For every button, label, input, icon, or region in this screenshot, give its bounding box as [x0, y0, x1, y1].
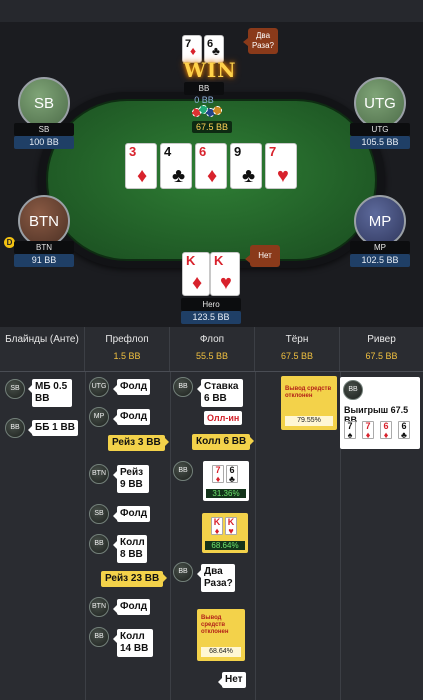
pos-chip-sb-preflop: SB [89, 504, 109, 524]
action-btn-raise: Рейз 9 BB [113, 465, 149, 493]
win-card-3: 6 ♦ [380, 421, 392, 440]
bb-speech-bubble: Два Раза? [243, 28, 278, 54]
hero-card-2: K ♥ [210, 252, 240, 296]
pos-chip-mp: MP [89, 407, 109, 427]
action-allin: Олл-ин [204, 411, 243, 425]
seat-sb-name: SB [14, 123, 74, 136]
winner-box: BB Выигрыш 67.5 BB 7 ♠ 7 ♦ 6 ♦ 6 ♣ [340, 377, 420, 449]
action-hero-no: Нет [218, 672, 246, 688]
action-sb-fold: Фолд [112, 506, 151, 522]
seat-sb-stack: 100 BB [14, 136, 74, 149]
col-preflop: Префлоп 1.5 BB [85, 327, 170, 371]
hand-replayer: 7 ♦ 6 ♣ WIN BB 0 BB Два Раза? SB SB 100 … [0, 0, 423, 700]
col-turn-title: Тёрн [285, 334, 309, 345]
seat-btn-name: BTN [14, 241, 74, 254]
col-preflop-pot: 1.5 BB [113, 351, 141, 361]
board-card-2: 4 ♣ [160, 143, 192, 189]
seat-hero-name: Hero [181, 298, 241, 311]
action-bb-blind: ББ 1 BB [28, 420, 78, 436]
poker-table-view: 7 ♦ 6 ♣ WIN BB 0 BB Два Раза? SB SB 100 … [0, 0, 423, 327]
hero-speech-bubble: Нет [245, 245, 280, 267]
board-card-3: 6 ♦ [195, 143, 227, 189]
pos-chip-btn: BTN [89, 464, 109, 484]
col-river: Ривер 67.5 BB [340, 327, 423, 371]
pos-chip-sb: SB [5, 379, 25, 399]
ev-note-flop: Вывод средств отклонен 68.64% [197, 609, 245, 661]
action-mp-fold: Фолд [112, 409, 151, 425]
top-bar [0, 0, 423, 22]
hero-showdown-cards: K ♦ K ♥ 68.64% [202, 513, 248, 553]
col-blinds: Блайнды (Анте) [0, 327, 85, 371]
pos-chip-bb-preflop-2: BB [89, 627, 109, 647]
pos-chip-bb-ask: BB [173, 562, 193, 582]
col-turn: Тёрн 67.5 BB [255, 327, 340, 371]
hero-show-card-2: K ♥ [225, 517, 237, 536]
win-badge: WIN [183, 58, 237, 82]
action-utg-fold: Фолд [112, 379, 151, 395]
seat-utg-name: UTG [350, 123, 410, 136]
board-card-5: 7 ♥ [265, 143, 297, 189]
pos-chip-btn-preflop: BTN [89, 597, 109, 617]
col-preflop-title: Префлоп [105, 334, 149, 345]
seat-utg-stack: 105.5 BB [350, 136, 410, 149]
win-card-2: 7 ♦ [362, 421, 374, 440]
bb-showdown-cards: 7 ♦ 6 ♣ 31.36% [203, 461, 249, 501]
action-bb-run-twice: Два Раза? [197, 564, 235, 592]
action-bb-call-2: Колл 14 BB [113, 629, 153, 657]
col-river-pot: 67.5 BB [365, 351, 398, 361]
hero-show-card-1: K ♦ [211, 517, 223, 536]
seat-mp-stack: 102.5 BB [350, 254, 410, 267]
seat-btn-stack: 91 BB [14, 254, 74, 267]
col-river-title: Ривер [367, 334, 396, 345]
seat-mp-name: MP [350, 241, 410, 254]
bb-show-card-1: 7 ♦ [212, 465, 224, 484]
action-hero-raise-23bb: Рейз 23 BB [101, 571, 168, 587]
bb-show-card-2: 6 ♣ [226, 465, 238, 484]
pos-chip-bb-show: BB [173, 461, 193, 481]
col-flop-pot: 55.5 BB [195, 351, 229, 361]
hero-card-1: K ♦ [182, 252, 210, 296]
action-hero-raise-3bb: Рейз 3 BB [108, 435, 169, 451]
action-btn-fold: Фолд [112, 599, 151, 615]
board-card-1: 3 ♦ [125, 143, 157, 189]
pos-chip-bb: BB [5, 418, 25, 438]
seat-btn-avatar[interactable]: BTN [18, 195, 70, 247]
board-card-4: 9 ♣ [230, 143, 262, 189]
win-card-4: 6 ♣ [398, 421, 410, 440]
col-blinds-title: Блайнды (Анте) [5, 334, 79, 345]
ev-note-turn: Вывод средств отклонен 79.55% [281, 376, 337, 430]
action-history: Блайнды (Анте) Префлоп 1.5 BB Флоп 55.5 … [0, 327, 423, 700]
col-flop: Флоп 55.5 BB [170, 327, 255, 371]
action-sb-blind: МБ 0.5 BB [28, 379, 72, 407]
win-card-1: 7 ♠ [344, 421, 356, 440]
seat-mp-avatar[interactable]: MP [354, 195, 406, 247]
pot-amount: 67.5 BB [192, 121, 232, 133]
col-turn-pot: 67.5 BB [280, 351, 314, 361]
bb-equity: 31.36% [206, 489, 246, 498]
action-hero-call: Колл 6 BB [192, 434, 255, 450]
hero-equity: 68.64% [205, 541, 245, 550]
pos-chip-bb-flop: BB [173, 377, 193, 397]
pos-chip-utg: UTG [89, 377, 109, 397]
action-bb-call: Колл 8 BB [113, 535, 147, 563]
seat-hero-stack: 123.5 BB [181, 311, 241, 324]
pot-chips-icon [192, 105, 224, 119]
seat-sb-avatar[interactable]: SB [18, 77, 70, 129]
seat-utg-avatar[interactable]: UTG [354, 77, 406, 129]
action-bb-bet: Ставка 6 BB [197, 379, 243, 407]
pos-chip-bb-preflop: BB [89, 534, 109, 554]
col-flop-title: Флоп [199, 334, 225, 345]
